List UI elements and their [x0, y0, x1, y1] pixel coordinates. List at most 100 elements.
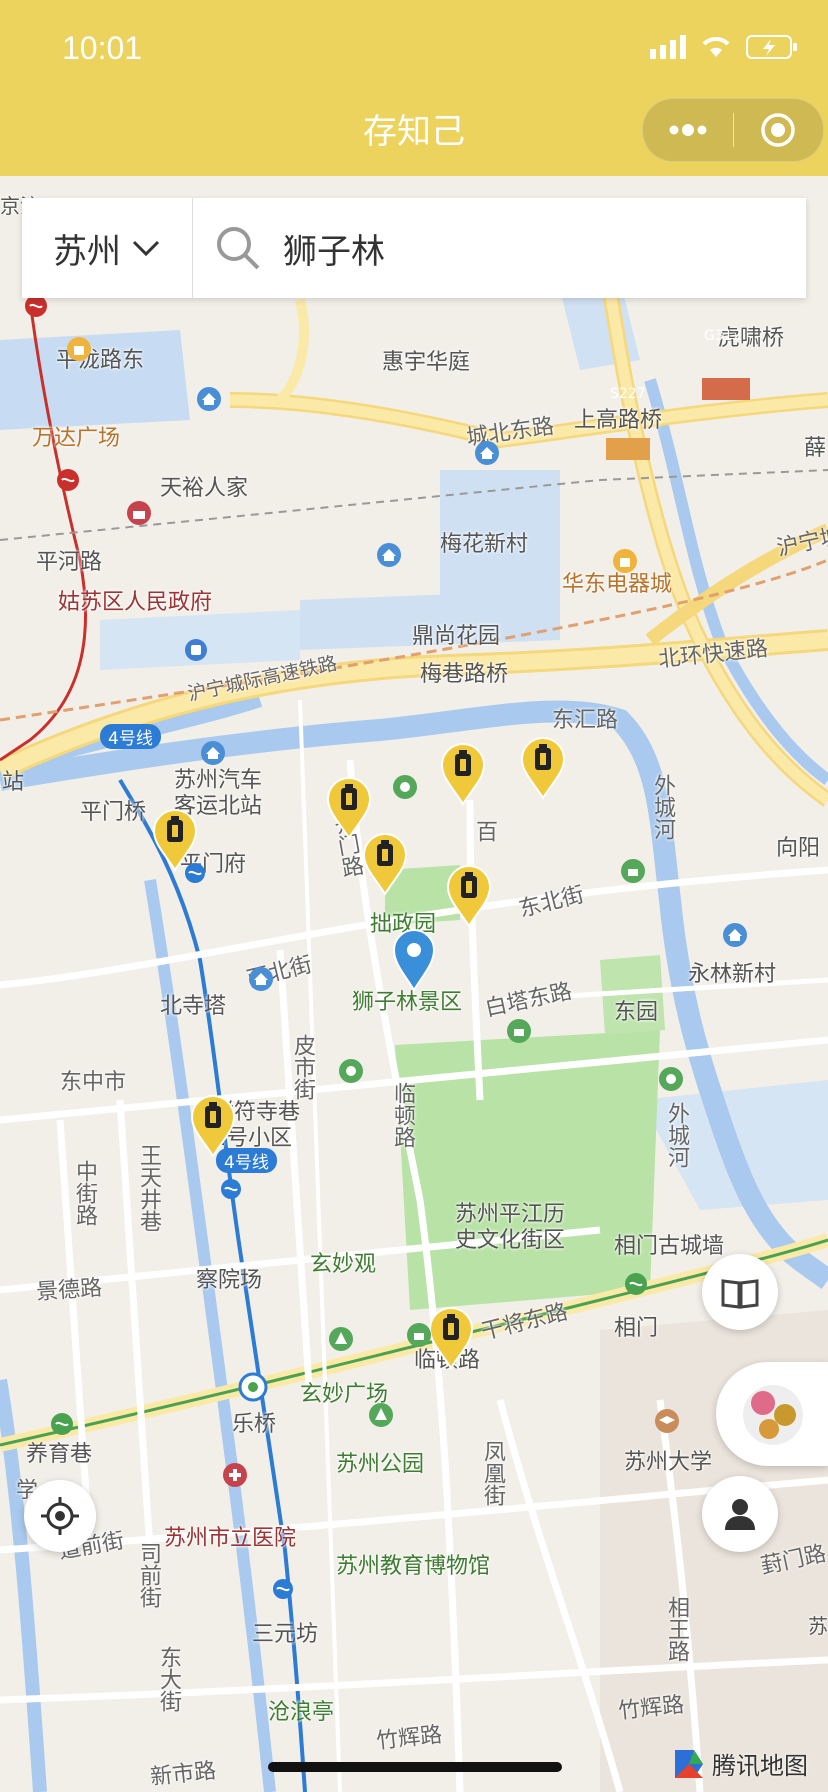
residence-poi-icon — [723, 923, 747, 947]
map-label: 相门 — [614, 1316, 659, 1341]
storage-pin-icon[interactable] — [326, 776, 372, 840]
city-selector[interactable]: 苏州 — [22, 198, 193, 298]
park-poi-icon — [621, 859, 645, 883]
storage-pin-icon[interactable] — [428, 1306, 474, 1370]
app-header: 10:01 存知己 — [0, 0, 828, 176]
map-label: 苏 — [808, 1614, 828, 1638]
home-indicator[interactable] — [268, 1762, 562, 1772]
map-label: 薛 — [804, 436, 827, 461]
location-pin-icon[interactable] — [392, 928, 436, 992]
map-label: 苏州平江历史文化街区 — [454, 1202, 565, 1253]
map-label: 临顿路 — [390, 1082, 415, 1148]
map-label: 乐桥 — [232, 1412, 277, 1437]
search-field[interactable] — [193, 198, 806, 298]
map-label: 玄妙观 — [310, 1252, 377, 1277]
map-label: 司前街 — [136, 1542, 161, 1608]
residence-poi-icon — [249, 967, 273, 991]
more-button[interactable] — [643, 99, 733, 161]
museum-poi-icon — [407, 1323, 431, 1347]
status-time: 10:01 — [62, 30, 143, 66]
residence-poi-icon — [197, 387, 221, 411]
mall-poi-icon — [67, 337, 91, 361]
map-label: 上高路桥 — [574, 408, 663, 433]
miniprogram-capsule — [642, 98, 824, 162]
map-label: 苏州市立医院 — [164, 1526, 297, 1551]
map-label: G312 — [704, 328, 742, 344]
open-book-icon — [721, 1279, 759, 1309]
map-view[interactable]: 平泷路东 万达广场 天裕人家 平河路 姑苏区人民政府 惠宇华庭 虎啸桥 城北东路… — [0, 176, 828, 1792]
map-label: 梅花新村 — [440, 532, 529, 557]
wifi-icon — [702, 37, 730, 57]
park-poi-icon — [507, 1019, 531, 1043]
storage-pin-icon[interactable] — [520, 736, 566, 800]
profile-button[interactable] — [702, 1476, 778, 1552]
map-label: 察院场 — [196, 1268, 263, 1293]
map-label: 竹辉路 — [375, 1722, 444, 1755]
map-label: 永林新村 — [688, 962, 777, 987]
map-label: 鼎尚花园 — [412, 624, 501, 649]
map-label: 苏州大学 — [624, 1450, 713, 1475]
map-label: 相门古城墙 — [614, 1234, 725, 1259]
map-label: 平门桥 — [80, 800, 147, 825]
map-label: 竹辉路 — [617, 1692, 686, 1725]
map-label: 平河路 — [36, 550, 103, 575]
map-attribution: 腾讯地图 — [672, 1746, 808, 1781]
battery-charging-icon — [746, 35, 797, 59]
tencent-map-logo-icon — [675, 1749, 703, 1778]
map-label: 相王路 — [664, 1596, 689, 1662]
map-label: 王天井巷 — [136, 1144, 161, 1232]
promo-avatars-icon — [743, 1385, 803, 1445]
metro-line-badge: 4号线 — [100, 724, 161, 749]
map-label: 养育巷 — [26, 1442, 93, 1467]
metro-station-icon — [221, 1179, 241, 1199]
map-label: 姑苏区人民政府 — [58, 590, 213, 615]
scenic-poi-icon — [339, 1059, 363, 1083]
search-input[interactable] — [281, 227, 765, 269]
residence-poi-icon — [201, 741, 225, 765]
map-label: 三元坊 — [252, 1622, 319, 1647]
metro-station-icon — [51, 1413, 73, 1435]
hospital-poi-icon — [223, 1463, 247, 1487]
target-close-icon — [761, 113, 795, 147]
search-bar: 苏州 — [22, 198, 806, 298]
locate-me-button[interactable] — [24, 1480, 96, 1552]
scenic-poi-icon — [393, 775, 417, 799]
metro-station-icon — [625, 1273, 647, 1295]
map-label: 东园 — [614, 1000, 659, 1025]
map-label: 向阳 — [776, 836, 821, 861]
map-label: 苏州教育博物馆 — [336, 1554, 491, 1579]
map-label: 外城河 — [664, 1102, 689, 1168]
close-miniprogram-button[interactable] — [733, 99, 823, 161]
storage-pin-icon[interactable] — [446, 864, 492, 928]
government-poi-icon — [127, 501, 151, 525]
user-icon — [725, 1499, 755, 1530]
chevron-down-icon — [132, 240, 160, 257]
map-label: 凤凰街 — [480, 1440, 505, 1506]
metro-station-icon — [273, 1579, 293, 1599]
signal-icon — [650, 35, 686, 59]
map-label: 苏州公园 — [336, 1452, 425, 1477]
guide-book-button[interactable] — [702, 1254, 778, 1330]
metro-station-icon — [57, 469, 79, 491]
map-label: 皮市街 — [290, 1034, 315, 1100]
status-icons — [650, 34, 798, 60]
city-label: 苏州 — [53, 231, 121, 272]
metro-transfer-icon — [238, 1372, 268, 1402]
map-label: 北寺塔 — [160, 994, 227, 1019]
storage-pin-icon[interactable] — [440, 742, 486, 806]
mall-poi-icon — [613, 549, 637, 573]
promo-widget[interactable] — [716, 1362, 828, 1466]
attribution-text: 腾讯地图 — [712, 1752, 808, 1780]
storage-pin-icon[interactable] — [190, 1094, 236, 1158]
map-label: 站 — [2, 770, 25, 795]
storage-pin-icon[interactable] — [362, 832, 408, 896]
map-label: 万达广场 — [32, 426, 121, 451]
map-label: S227 — [610, 386, 646, 402]
map-label: 梅巷路桥 — [420, 662, 509, 687]
map-label: 中街路 — [72, 1160, 97, 1226]
map-label: 天裕人家 — [160, 476, 249, 501]
university-poi-icon — [655, 1409, 679, 1433]
map-label: 百 — [472, 820, 497, 842]
search-icon — [217, 227, 260, 270]
scenic-poi-icon — [659, 1067, 683, 1091]
